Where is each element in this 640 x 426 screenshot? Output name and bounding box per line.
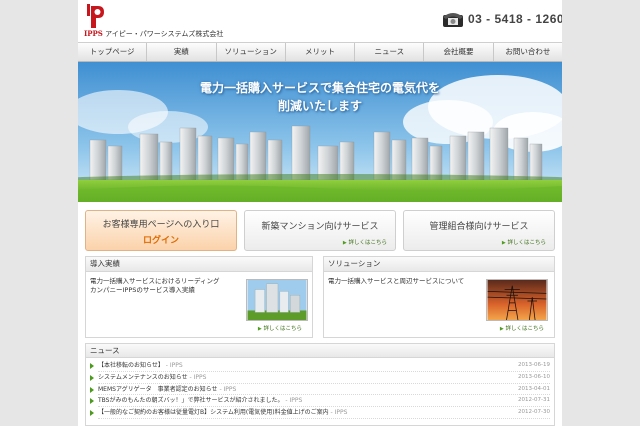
power-tower-photo xyxy=(486,279,548,321)
news-date: 2013-04-01 xyxy=(518,385,550,392)
news-date: 2013-06-10 xyxy=(518,373,550,380)
arrow-right-icon: ▶ xyxy=(342,240,347,246)
arrow-right-icon: ▶ xyxy=(501,240,506,246)
bullet-arrow-icon xyxy=(90,410,94,417)
new-mansion-box[interactable]: 新築マンション向けサービス ▶ 詳しくはこちら xyxy=(244,210,396,251)
login-box[interactable]: お客様専用ページへの入り口 ログイン xyxy=(85,210,237,251)
news-title[interactable]: MEMSアグリゲータ 事業者認定のお知らせ xyxy=(98,386,218,393)
news-title[interactable]: 【本社移転のお知らせ】 xyxy=(98,362,164,369)
nav-item-results[interactable]: 実績 xyxy=(147,43,217,61)
logo-brand: IPPS xyxy=(84,29,103,38)
logo-text[interactable]: IPPS アイピー・パワーシステムズ株式会社 xyxy=(84,29,223,39)
news-title[interactable]: システムメンテナンスのお知らせ xyxy=(98,374,188,381)
news-title[interactable]: 【一般的なご契約のお客様は従量電灯B】システム利用(電気使用)料金値上げのご案内 xyxy=(98,409,329,416)
news-item[interactable]: 【本社移転のお知らせ】 - IPPS 2013-06-19 xyxy=(90,360,550,372)
feature-boxes: お客様専用ページへの入り口 ログイン 新築マンション向けサービス ▶ 詳しくはこ… xyxy=(85,210,555,251)
solution-text: 電力一括購入サービスと周辺サービスについて xyxy=(328,277,465,285)
arrow-right-icon: ▶ xyxy=(499,326,504,332)
phone-number: 03 - 5418 - 1260 xyxy=(468,12,562,26)
news-source: IPPS xyxy=(193,373,207,381)
news-panel: ニュース 【本社移転のお知らせ】 - IPPS 2013-06-19 システムメ… xyxy=(85,343,555,426)
news-source: IPPS xyxy=(223,385,237,393)
news-item[interactable]: 【一般的なご契約のお客様は従量電灯B】システム利用(電気使用)料金値上げのご案内… xyxy=(90,407,550,419)
results-heading: 導入実績 xyxy=(86,257,312,272)
nav-item-solution[interactable]: ソリューション xyxy=(217,43,286,61)
details-link-text: 詳しくはこちら xyxy=(263,326,302,332)
association-details-link[interactable]: ▶ 詳しくはこちら xyxy=(502,238,546,246)
hero-title-line2: 削減いたします xyxy=(277,99,362,113)
ipps-logo-icon[interactable] xyxy=(85,3,107,29)
main-nav: トップページ 実績 ソリューション メリット ニュース 会社概要 お問い合わせ xyxy=(78,42,562,62)
results-text-line1: 電力一括購入サービスにおけるリーディング xyxy=(90,277,220,285)
solution-heading: ソリューション xyxy=(324,257,554,272)
news-date: 2012-07-31 xyxy=(518,397,550,404)
hero-title-line1: 電力一括購入サービスで集合住宅の電気代を xyxy=(199,81,440,95)
news-list: 【本社移転のお知らせ】 - IPPS 2013-06-19 システムメンテナンス… xyxy=(86,358,554,419)
login-button[interactable]: ログイン xyxy=(86,233,236,246)
news-item[interactable]: システムメンテナンスのお知らせ - IPPS 2013-06-10 xyxy=(90,372,550,384)
bullet-arrow-icon xyxy=(90,398,94,405)
association-box[interactable]: 管理組合様向けサービス ▶ 詳しくはこちら xyxy=(403,210,555,251)
solution-details-link[interactable]: ▶ 詳しくはこちら xyxy=(500,324,544,332)
bullet-arrow-icon xyxy=(90,374,94,381)
results-text: 電力一括購入サービスにおけるリーディング カンパニーIPPSのサービス導入実績 xyxy=(90,277,220,295)
new-mansion-details-link[interactable]: ▶ 詳しくはこちら xyxy=(343,238,387,246)
bullet-arrow-icon xyxy=(90,386,94,393)
nav-item-contact[interactable]: お問い合わせ xyxy=(494,43,562,61)
header: IPPS アイピー・パワーシステムズ株式会社 03 - 5418 - 1260 xyxy=(78,0,562,42)
news-item[interactable]: MEMSアグリゲータ 事業者認定のお知らせ - IPPS 2013-04-01 xyxy=(90,384,550,396)
page: IPPS アイピー・パワーシステムズ株式会社 03 - 5418 - 1260 … xyxy=(78,0,562,426)
apartment-photo xyxy=(246,279,308,321)
news-source: IPPS xyxy=(289,397,303,405)
news-heading: ニュース xyxy=(86,344,554,358)
news-date: 2012-07-30 xyxy=(518,409,550,416)
news-item[interactable]: TBSがみのもんたの朝ズバッ！」で弊社サービスが紹介されました。 - IPPS … xyxy=(90,395,550,408)
logo-company: アイピー・パワーシステムズ株式会社 xyxy=(105,30,224,38)
details-link-text: 詳しくはこちら xyxy=(507,240,546,246)
login-box-title: お客様専用ページへの入り口 xyxy=(102,220,220,230)
details-link-text: 詳しくはこちら xyxy=(348,240,387,246)
results-details-link[interactable]: ▶ 詳しくはこちら xyxy=(258,324,302,332)
nav-item-company[interactable]: 会社概要 xyxy=(424,43,494,61)
arrow-right-icon: ▶ xyxy=(257,326,262,332)
hero-banner: 電力一括購入サービスで集合住宅の電気代を 削減いたします xyxy=(78,62,562,202)
association-title: 管理組合様向けサービス xyxy=(429,222,529,232)
nav-item-merit[interactable]: メリット xyxy=(286,43,356,61)
news-source: IPPS xyxy=(169,362,183,369)
phone-icon xyxy=(443,13,463,27)
results-panel: 導入実績 電力一括購入サービスにおけるリーディング カンパニーIPPSのサービス… xyxy=(85,256,313,338)
news-source: IPPS xyxy=(334,409,348,417)
news-title[interactable]: TBSがみのもんたの朝ズバッ！」で弊社サービスが紹介されました。 xyxy=(98,397,284,404)
solution-panel: ソリューション 電力一括購入サービスと周辺サービスについて ▶ 詳しくはこちら xyxy=(323,256,555,338)
bullet-arrow-icon xyxy=(90,363,94,369)
hero-title: 電力一括購入サービスで集合住宅の電気代を 削減いたします xyxy=(78,79,562,115)
results-text-line2: カンパニーIPPSのサービス導入実績 xyxy=(90,286,195,294)
nav-item-top[interactable]: トップページ xyxy=(78,43,148,61)
details-link-text: 詳しくはこちら xyxy=(505,326,544,332)
nav-item-news[interactable]: ニュース xyxy=(355,43,425,61)
news-date: 2013-06-19 xyxy=(518,362,550,368)
new-mansion-title: 新築マンション向けサービス xyxy=(261,222,379,232)
